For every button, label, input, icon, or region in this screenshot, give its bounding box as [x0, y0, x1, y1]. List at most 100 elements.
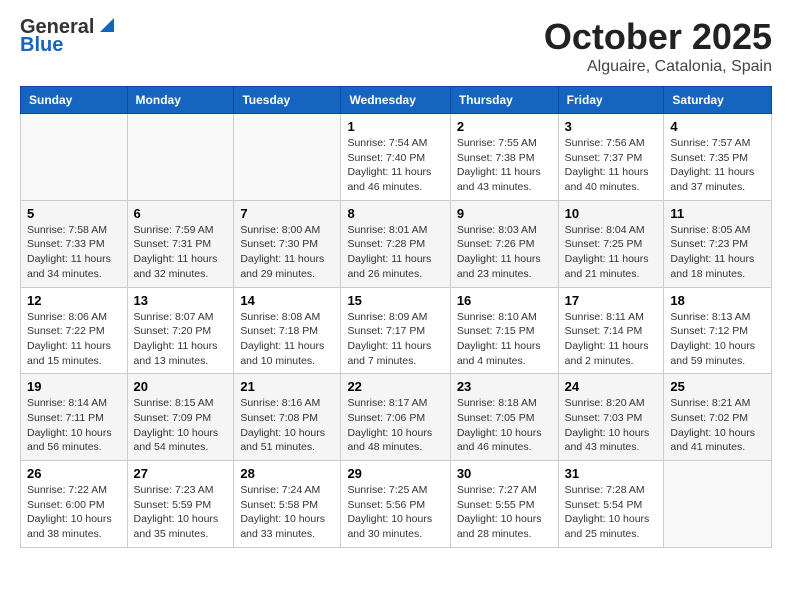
day-number: 19: [27, 379, 121, 394]
day-info: Sunrise: 7:22 AMSunset: 6:00 PMDaylight:…: [27, 483, 121, 542]
day-info: Sunrise: 7:23 AMSunset: 5:59 PMDaylight:…: [134, 483, 228, 542]
day-info: Sunrise: 7:24 AMSunset: 5:58 PMDaylight:…: [240, 483, 334, 542]
calendar-cell: 5 Sunrise: 7:58 AMSunset: 7:33 PMDaylight…: [21, 200, 128, 287]
header-section: General Blue October 2025 Alguaire, Cata…: [20, 16, 772, 76]
calendar-container: General Blue October 2025 Alguaire, Cata…: [0, 0, 792, 564]
calendar-week-row: 12 Sunrise: 8:06 AMSunset: 7:22 PMDayligh…: [21, 287, 772, 374]
calendar-week-row: 26 Sunrise: 7:22 AMSunset: 6:00 PMDayligh…: [21, 461, 772, 548]
calendar-cell: 2Sunrise: 7:55 AMSunset: 7:38 PMDaylight…: [450, 114, 558, 201]
day-info: Sunrise: 8:08 AMSunset: 7:18 PMDaylight:…: [240, 310, 334, 369]
calendar-cell: 7Sunrise: 8:00 AMSunset: 7:30 PMDaylight…: [234, 200, 341, 287]
header-day-tuesday: Tuesday: [234, 87, 341, 114]
calendar-cell: 10 Sunrise: 8:04 AMSunset: 7:25 PMDayligh…: [558, 200, 664, 287]
day-number: 17: [565, 293, 658, 308]
header-day-thursday: Thursday: [450, 87, 558, 114]
calendar-cell: 26 Sunrise: 7:22 AMSunset: 6:00 PMDayligh…: [21, 461, 128, 548]
header-day-sunday: Sunday: [21, 87, 128, 114]
logo-area: General Blue: [20, 16, 118, 56]
day-number: 12: [27, 293, 121, 308]
calendar-week-row: 19 Sunrise: 8:14 AMSunset: 7:11 PMDayligh…: [21, 374, 772, 461]
day-number: 8: [347, 206, 443, 221]
day-info: Sunrise: 8:00 AMSunset: 7:30 PMDaylight:…: [240, 223, 334, 282]
day-info: Sunrise: 7:57 AMSunset: 7:35 PMDaylight:…: [670, 136, 765, 195]
day-number: 14: [240, 293, 334, 308]
calendar-cell: 17 Sunrise: 8:11 AMSunset: 7:14 PMDayligh…: [558, 287, 664, 374]
calendar-cell: 24Sunrise: 8:20 AMSunset: 7:03 PMDayligh…: [558, 374, 664, 461]
day-number: 10: [565, 206, 658, 221]
day-info: Sunrise: 7:59 AMSunset: 7:31 PMDaylight:…: [134, 223, 228, 282]
calendar-cell: 21 Sunrise: 8:16 AMSunset: 7:08 PMDayligh…: [234, 374, 341, 461]
day-number: 31: [565, 466, 658, 481]
calendar-cell: 4 Sunrise: 7:57 AMSunset: 7:35 PMDaylight…: [664, 114, 772, 201]
day-info: Sunrise: 8:15 AMSunset: 7:09 PMDaylight:…: [134, 396, 228, 455]
calendar-cell: 1Sunrise: 7:54 AMSunset: 7:40 PMDaylight…: [341, 114, 450, 201]
calendar-cell: [234, 114, 341, 201]
header-day-saturday: Saturday: [664, 87, 772, 114]
day-info: Sunrise: 8:05 AMSunset: 7:23 PMDaylight:…: [670, 223, 765, 282]
calendar-cell: 12 Sunrise: 8:06 AMSunset: 7:22 PMDayligh…: [21, 287, 128, 374]
day-info: Sunrise: 8:09 AMSunset: 7:17 PMDaylight:…: [347, 310, 443, 369]
calendar-cell: 30Sunrise: 7:27 AMSunset: 5:55 PMDayligh…: [450, 461, 558, 548]
day-info: Sunrise: 8:03 AMSunset: 7:26 PMDaylight:…: [457, 223, 552, 282]
header-day-friday: Friday: [558, 87, 664, 114]
day-number: 16: [457, 293, 552, 308]
day-info: Sunrise: 8:06 AMSunset: 7:22 PMDaylight:…: [27, 310, 121, 369]
day-info: Sunrise: 7:28 AMSunset: 5:54 PMDaylight:…: [565, 483, 658, 542]
day-number: 22: [347, 379, 443, 394]
calendar-cell: [127, 114, 234, 201]
day-info: Sunrise: 8:17 AMSunset: 7:06 PMDaylight:…: [347, 396, 443, 455]
calendar-cell: 18Sunrise: 8:13 AMSunset: 7:12 PMDayligh…: [664, 287, 772, 374]
calendar-cell: 3 Sunrise: 7:56 AMSunset: 7:37 PMDaylight…: [558, 114, 664, 201]
day-number: 23: [457, 379, 552, 394]
day-number: 9: [457, 206, 552, 221]
calendar-cell: 14 Sunrise: 8:08 AMSunset: 7:18 PMDayligh…: [234, 287, 341, 374]
calendar-cell: 13Sunrise: 8:07 AMSunset: 7:20 PMDayligh…: [127, 287, 234, 374]
day-info: Sunrise: 8:10 AMSunset: 7:15 PMDaylight:…: [457, 310, 552, 369]
day-number: 11: [670, 206, 765, 221]
calendar-cell: 23 Sunrise: 8:18 AMSunset: 7:05 PMDayligh…: [450, 374, 558, 461]
day-number: 20: [134, 379, 228, 394]
calendar-week-row: 1Sunrise: 7:54 AMSunset: 7:40 PMDaylight…: [21, 114, 772, 201]
calendar-cell: 16 Sunrise: 8:10 AMSunset: 7:15 PMDayligh…: [450, 287, 558, 374]
day-info: Sunrise: 7:56 AMSunset: 7:37 PMDaylight:…: [565, 136, 658, 195]
day-number: 28: [240, 466, 334, 481]
day-info: Sunrise: 8:16 AMSunset: 7:08 PMDaylight:…: [240, 396, 334, 455]
calendar-cell: 9 Sunrise: 8:03 AMSunset: 7:26 PMDaylight…: [450, 200, 558, 287]
day-info: Sunrise: 8:14 AMSunset: 7:11 PMDaylight:…: [27, 396, 121, 455]
day-number: 3: [565, 119, 658, 134]
day-number: 5: [27, 206, 121, 221]
calendar-cell: 22 Sunrise: 8:17 AMSunset: 7:06 PMDayligh…: [341, 374, 450, 461]
day-info: Sunrise: 8:01 AMSunset: 7:28 PMDaylight:…: [347, 223, 443, 282]
day-number: 26: [27, 466, 121, 481]
logo-icon: [96, 14, 118, 36]
calendar-cell: 25 Sunrise: 8:21 AMSunset: 7:02 PMDayligh…: [664, 374, 772, 461]
day-number: 30: [457, 466, 552, 481]
calendar-cell: 15 Sunrise: 8:09 AMSunset: 7:17 PMDayligh…: [341, 287, 450, 374]
day-info: Sunrise: 8:13 AMSunset: 7:12 PMDaylight:…: [670, 310, 765, 369]
calendar-cell: 19 Sunrise: 8:14 AMSunset: 7:11 PMDayligh…: [21, 374, 128, 461]
calendar-cell: 20 Sunrise: 8:15 AMSunset: 7:09 PMDayligh…: [127, 374, 234, 461]
logo-blue: Blue: [20, 34, 63, 56]
day-info: Sunrise: 7:58 AMSunset: 7:33 PMDaylight:…: [27, 223, 121, 282]
day-number: 21: [240, 379, 334, 394]
calendar-cell: 28 Sunrise: 7:24 AMSunset: 5:58 PMDayligh…: [234, 461, 341, 548]
calendar-cell: 31 Sunrise: 7:28 AMSunset: 5:54 PMDayligh…: [558, 461, 664, 548]
day-number: 4: [670, 119, 765, 134]
day-number: 15: [347, 293, 443, 308]
day-number: 1: [347, 119, 443, 134]
calendar-week-row: 5 Sunrise: 7:58 AMSunset: 7:33 PMDaylight…: [21, 200, 772, 287]
header-day-monday: Monday: [127, 87, 234, 114]
day-info: Sunrise: 8:11 AMSunset: 7:14 PMDaylight:…: [565, 310, 658, 369]
calendar-cell: 6Sunrise: 7:59 AMSunset: 7:31 PMDaylight…: [127, 200, 234, 287]
day-info: Sunrise: 8:18 AMSunset: 7:05 PMDaylight:…: [457, 396, 552, 455]
day-number: 25: [670, 379, 765, 394]
calendar-title: October 2025: [544, 16, 772, 58]
day-info: Sunrise: 7:25 AMSunset: 5:56 PMDaylight:…: [347, 483, 443, 542]
calendar-cell: 29Sunrise: 7:25 AMSunset: 5:56 PMDayligh…: [341, 461, 450, 548]
day-info: Sunrise: 8:21 AMSunset: 7:02 PMDaylight:…: [670, 396, 765, 455]
calendar-cell: [664, 461, 772, 548]
calendar-header-row: SundayMondayTuesdayWednesdayThursdayFrid…: [21, 87, 772, 114]
day-number: 27: [134, 466, 228, 481]
day-info: Sunrise: 8:04 AMSunset: 7:25 PMDaylight:…: [565, 223, 658, 282]
calendar-cell: [21, 114, 128, 201]
